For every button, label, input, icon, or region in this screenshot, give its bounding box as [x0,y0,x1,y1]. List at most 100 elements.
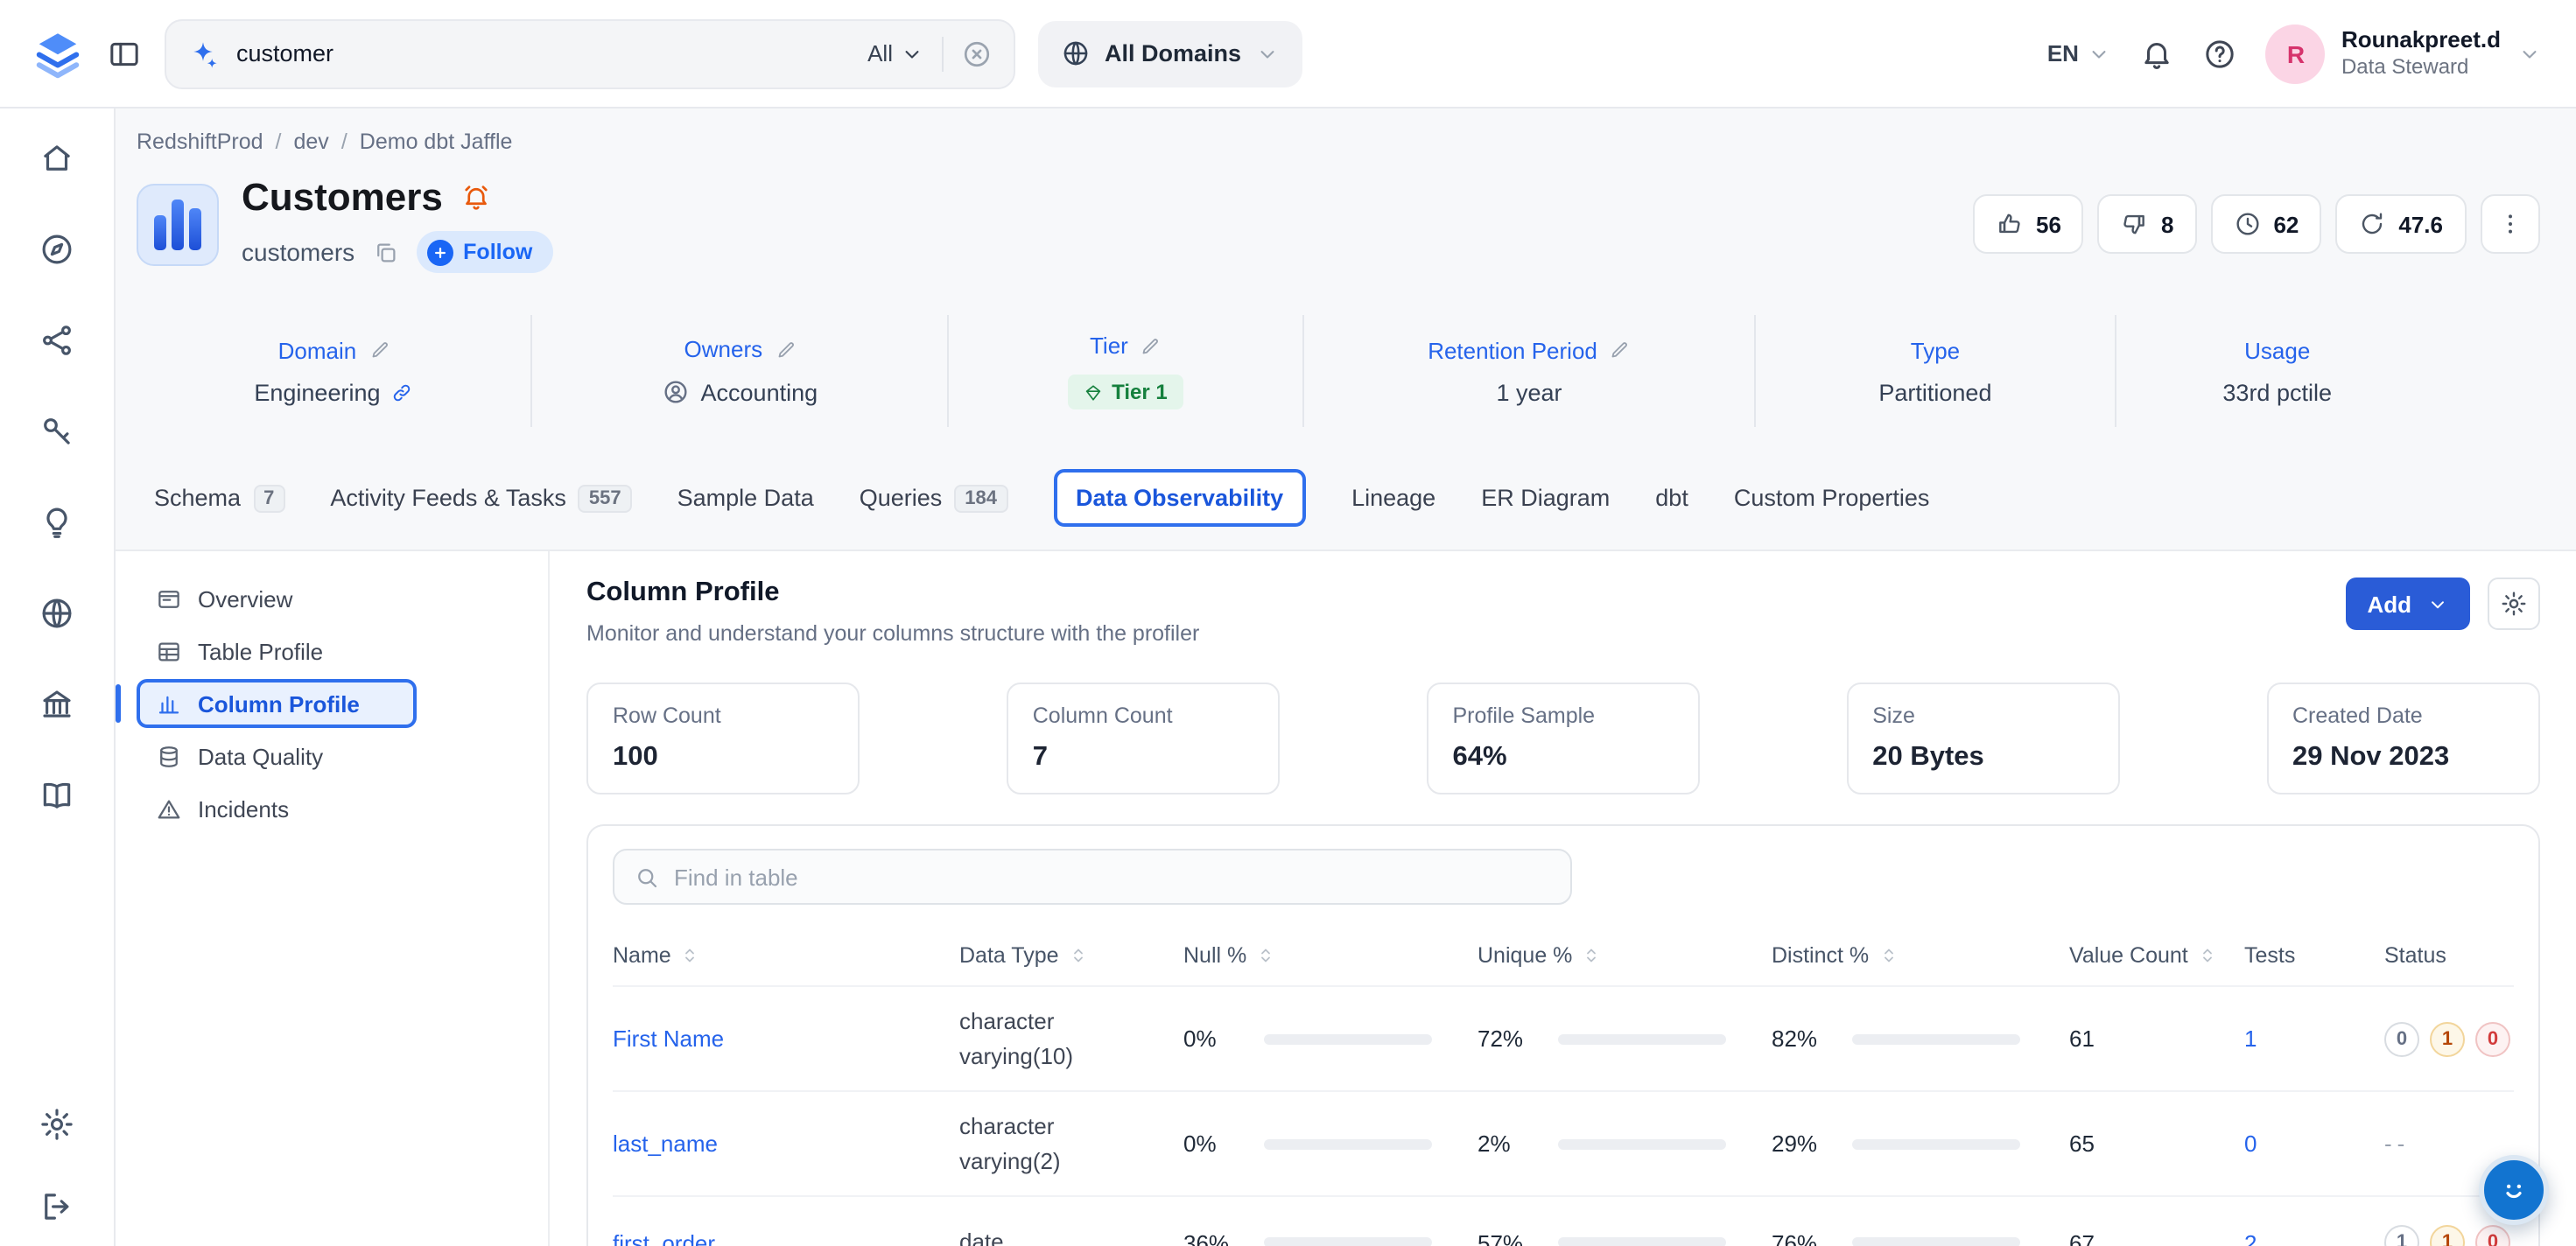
subnav-label: Column Profile [198,690,360,717]
recent-activity-button[interactable]: 62 [2210,194,2321,254]
status-badge-error[interactable]: 0 [2475,1225,2510,1246]
subnav-item-data-quality[interactable]: Data Quality [137,732,417,780]
subnav-item-overview[interactable]: Overview [137,574,417,623]
status-badge-error[interactable]: 0 [2475,1021,2510,1056]
primary-sidebar [0,108,116,1246]
language-selector[interactable]: EN [2047,40,2112,66]
column-header-data-type[interactable]: Data Type [959,943,1183,968]
key-icon [39,413,75,450]
edit-retention-button[interactable] [1610,340,1631,360]
sidebar-item-lineage[interactable] [39,322,75,359]
distinct-pct-cell: 76% [1772,1229,2069,1246]
kebab-menu-icon [2495,210,2523,238]
progress-track [1264,1237,1432,1246]
panel-header-text: Column Profile Monitor and understand yo… [586,578,1199,646]
app-logo[interactable] [32,27,84,80]
clock-icon [2233,210,2261,238]
subnav-item-incidents[interactable]: Incidents [137,784,417,833]
breadcrumb-item-database[interactable]: dev [263,130,329,154]
sidebar-item-home[interactable] [39,140,75,177]
add-button[interactable]: Add [2346,578,2469,630]
more-actions-button[interactable] [2480,194,2539,254]
asset-stats: 56 8 62 47.6 [1973,194,2539,254]
status-badge-neutral[interactable]: 0 [2384,1021,2419,1056]
sidebar-item-marketplace[interactable] [39,686,75,723]
sidebar-item-domains[interactable] [39,595,75,632]
column-header-value-count[interactable]: Value Count [2069,943,2244,968]
search-scope-dropdown[interactable]: All [867,40,924,66]
column-header-distinct[interactable]: Distinct % [1772,943,2069,968]
tab-schema[interactable]: Schema 7 [154,484,284,512]
tab-queries[interactable]: Queries 184 [860,484,1007,512]
domain-value-link[interactable]: Engineering [254,379,413,405]
column-header-unique[interactable]: Unique % [1478,943,1772,968]
sidebar-item-settings[interactable] [39,1106,75,1143]
global-search[interactable]: All [165,18,1015,88]
edit-owners-button[interactable] [775,339,796,360]
column-header-name[interactable]: Name [613,943,959,968]
edit-domain-button[interactable] [369,340,390,360]
tab-dbt[interactable]: dbt [1655,485,1688,511]
column-link[interactable]: First Name [613,1026,724,1052]
column-link[interactable]: last_name [613,1130,718,1157]
column-header-status[interactable]: Status [2384,943,2513,968]
breadcrumb-item-connection[interactable]: RedshiftProd [137,130,263,154]
breadcrumb: RedshiftProd dev Demo dbt Jaffle [137,130,2539,154]
stat-card-size: Size 20 Bytes [1846,682,2119,794]
tab-custom-properties[interactable]: Custom Properties [1734,485,1930,511]
all-domains-dropdown[interactable]: All Domains [1038,20,1302,87]
header-label: Status [2384,943,2446,968]
tab-sample-data[interactable]: Sample Data [677,485,814,511]
breadcrumb-item-schema[interactable]: Demo dbt Jaffle [329,130,513,154]
find-in-table-input[interactable] [674,864,1551,890]
help-button[interactable] [2203,36,2238,71]
find-in-table[interactable] [613,849,1572,905]
status-badge-neutral[interactable]: 1 [2384,1225,2419,1246]
sidebar-item-logout[interactable] [39,1188,75,1225]
tests-link[interactable]: 2 [2244,1229,2257,1246]
sidebar-toggle-button[interactable] [107,36,142,71]
chat-support-button[interactable] [2478,1155,2548,1225]
follow-button[interactable]: Follow [416,231,553,273]
subnav-label: Incidents [198,795,289,822]
copy-name-button[interactable] [372,239,398,265]
edit-tier-button[interactable] [1141,335,1162,356]
subnav-item-table-profile[interactable]: Table Profile [137,626,417,676]
downvotes-button[interactable]: 8 [2098,194,2196,254]
tab-lineage[interactable]: Lineage [1351,485,1435,511]
upvotes-button[interactable]: 56 [1973,194,2084,254]
tab-data-observability[interactable]: Data Observability [1053,469,1306,527]
sidebar-item-discover[interactable] [39,231,75,268]
notifications-button[interactable] [2140,36,2175,71]
tab-label: Activity Feeds & Tasks [330,485,566,511]
tab-er-diagram[interactable]: ER Diagram [1481,485,1610,511]
column-header-tests[interactable]: Tests [2244,943,2384,968]
user-menu[interactable]: R Rounakpreet.d Data Steward [2266,24,2541,83]
column-link[interactable]: first_order [613,1229,715,1246]
sidebar-item-glossary[interactable] [39,777,75,814]
global-search-input[interactable] [236,40,850,66]
subnav-item-column-profile[interactable]: Column Profile [137,679,417,728]
domain-value: Engineering [254,379,380,405]
owner-chip[interactable]: Accounting [663,378,818,406]
tier-badge[interactable]: Tier 1 [1068,374,1183,410]
tier-value: Tier 1 [1112,380,1168,404]
column-header-null[interactable]: Null % [1183,943,1478,968]
metadata-usage: Usage 33rd pctile [2116,315,2439,427]
sidebar-item-governance[interactable] [39,413,75,450]
popularity-button[interactable]: 47.6 [2335,194,2466,254]
status-badge-warning[interactable]: 1 [2430,1021,2465,1056]
announcement-button[interactable] [460,182,492,214]
tab-activity-feeds[interactable]: Activity Feeds & Tasks 557 [330,484,631,512]
plus-circle-icon [426,239,453,265]
tests-link[interactable]: 0 [2244,1130,2257,1157]
profile-subnav: Overview Table Profile Column Profile Da… [116,551,550,1246]
clear-search-button[interactable] [961,38,993,69]
profile-settings-button[interactable] [2487,578,2539,630]
status-badge-warning[interactable]: 1 [2430,1225,2465,1246]
tests-link[interactable]: 1 [2244,1026,2257,1052]
sidebar-item-insights[interactable] [39,504,75,541]
downvotes-count: 8 [2161,211,2173,237]
network-graph-icon [39,322,75,359]
language-label: EN [2047,40,2079,66]
